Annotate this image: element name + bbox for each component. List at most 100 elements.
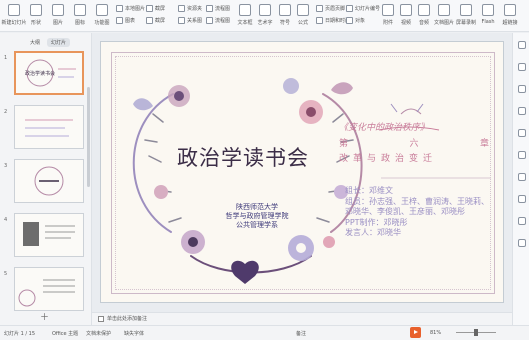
tab-slides[interactable]: 幻灯片 bbox=[47, 38, 71, 47]
ribbon-small-icon bbox=[346, 17, 353, 24]
ribbon-label: 附件 bbox=[382, 20, 393, 26]
fill-icon[interactable] bbox=[518, 85, 526, 93]
ribbon-small-icon bbox=[316, 17, 323, 24]
shape-icon[interactable] bbox=[518, 63, 526, 71]
ribbon-small-button[interactable]: 日期和时间 bbox=[316, 17, 350, 24]
chapter-char: 章 bbox=[479, 139, 489, 149]
ribbon-small-label: 资源夹 bbox=[187, 6, 203, 12]
formula-button[interactable]: 公式 bbox=[294, 2, 312, 30]
ribbon-small-icon bbox=[346, 5, 353, 12]
ribbon-small-button[interactable]: 幻灯片编号 bbox=[346, 5, 380, 12]
slide-title[interactable]: 政治学读书会 bbox=[163, 142, 323, 172]
ribbon-small-label: 幻灯片编号 bbox=[355, 6, 381, 12]
grid-icon[interactable] bbox=[518, 195, 526, 203]
ribbon-label: 新建幻灯片 bbox=[1, 20, 27, 26]
zoom-slider-handle[interactable] bbox=[474, 329, 478, 336]
thumb-graphic bbox=[18, 279, 75, 307]
ribbon-small-button[interactable]: 流程图 bbox=[206, 5, 230, 12]
settings-icon[interactable] bbox=[518, 239, 526, 247]
ribbon-label: 图片 bbox=[52, 20, 63, 26]
flash-button[interactable]: Flash bbox=[478, 2, 498, 30]
ribbon-label: 符号 bbox=[279, 20, 290, 26]
format-icon[interactable] bbox=[518, 129, 526, 137]
add-slide-icon[interactable]: ＋ bbox=[40, 310, 49, 323]
info-line: PPT制作：邓晓彤 bbox=[345, 217, 408, 227]
ribbon-small-button[interactable]: 本地图片 bbox=[116, 5, 145, 12]
smartart-button[interactable]: 功能图 bbox=[92, 2, 112, 30]
icon-icon bbox=[74, 4, 86, 16]
panel-scrollbar[interactable] bbox=[87, 87, 90, 187]
ribbon-label: 屏幕录制 bbox=[456, 20, 477, 26]
textbox-button[interactable]: 文本框 bbox=[236, 2, 254, 30]
ribbon-small-button[interactable]: 对象 bbox=[346, 17, 365, 24]
chapter-subtitle[interactable]: 改革与政治变迁 bbox=[339, 151, 489, 164]
current-slide[interactable]: 政治学读书会 陕西师范大学 哲学与政府管理学院 公共管理学系 《变化中的政治秩序… bbox=[100, 41, 504, 303]
play-slideshow-icon[interactable] bbox=[410, 327, 421, 338]
ribbon-small-icon bbox=[178, 5, 185, 12]
group-info[interactable]: 组长：邓维文 组员：孙志强、王梓、曹润涛、王晓莉、 邓晓华、李俊凯、王彦丽、邓晓… bbox=[345, 186, 495, 239]
ribbon-small-button[interactable]: 关系图 bbox=[178, 17, 202, 24]
ribbon-small-label: 图表 bbox=[125, 18, 136, 24]
ribbon-small-icon bbox=[146, 5, 153, 12]
icon-button[interactable]: 图标 bbox=[70, 2, 90, 30]
slide-thumbnail-5[interactable] bbox=[14, 267, 84, 311]
ribbon-small-button[interactable]: 资源夹 bbox=[178, 5, 202, 12]
notes-checkbox[interactable] bbox=[98, 316, 104, 322]
flash-icon bbox=[482, 4, 494, 16]
wordart-icon bbox=[259, 4, 271, 16]
ribbon-small-button[interactable]: 截屏 bbox=[146, 17, 165, 24]
layout-icon[interactable] bbox=[518, 151, 526, 159]
shape-icon bbox=[30, 4, 42, 16]
pen-icon[interactable] bbox=[518, 173, 526, 181]
formula-icon bbox=[297, 4, 309, 16]
record-button[interactable]: 屏幕录制 bbox=[456, 2, 476, 30]
doc-image-icon bbox=[438, 4, 450, 16]
slide-thumbnail-1[interactable]: 政治学读书会 bbox=[14, 51, 84, 95]
svg-text:政治学读书会: 政治学读书会 bbox=[25, 70, 55, 77]
notes-toggle[interactable]: 备注 bbox=[296, 330, 306, 337]
ribbon-label: 功能图 bbox=[94, 20, 110, 26]
organization-text[interactable]: 陕西师范大学 哲学与政府管理学院 公共管理学系 bbox=[197, 203, 317, 230]
ribbon-small-label: 关系图 bbox=[187, 18, 203, 24]
picture-button[interactable]: 图片 bbox=[48, 2, 68, 30]
video-icon bbox=[400, 4, 412, 16]
animation-icon[interactable] bbox=[518, 107, 526, 115]
doc-protect-status[interactable]: 文档未保护 bbox=[86, 330, 111, 337]
symbol-button[interactable]: 符号 bbox=[276, 2, 294, 30]
chapter-line[interactable]: 第 六 章 bbox=[339, 136, 489, 149]
ribbon-small-button[interactable]: 流程图 bbox=[206, 17, 230, 24]
info-line: 发言人：邓晓华 bbox=[345, 228, 401, 237]
ribbon-small-button[interactable]: 页眉页脚 bbox=[316, 5, 345, 12]
symbol-icon bbox=[279, 4, 291, 16]
slide-thumbnail-2[interactable] bbox=[14, 105, 84, 149]
attach-button[interactable]: 附件 bbox=[378, 2, 398, 30]
shape-button[interactable]: 形状 bbox=[26, 2, 46, 30]
tab-outline[interactable]: 大纲 bbox=[26, 38, 44, 47]
share-icon[interactable] bbox=[518, 217, 526, 225]
audio-icon bbox=[418, 4, 430, 16]
missing-font-status[interactable]: 缺失字体 bbox=[124, 330, 144, 337]
thumb-graphic bbox=[23, 222, 75, 246]
ribbon-toolbar: 新建幻灯片 形状 图片 图标 功能图 本地图片 图表 截屏 截屏 资源夹 关系图 流程图 流程图 文本框艺… bbox=[0, 0, 529, 32]
select-icon[interactable] bbox=[518, 41, 526, 49]
link-button[interactable]: 超链接 bbox=[500, 2, 520, 30]
chapter-char: 第 bbox=[339, 139, 349, 149]
slide-number: 4 bbox=[4, 217, 8, 223]
doc-image-button[interactable]: 文档图片 bbox=[434, 2, 454, 30]
ribbon-small-button[interactable]: 图表 bbox=[116, 17, 135, 24]
ribbon-label: 视频 bbox=[400, 20, 411, 26]
ribbon-small-label: 页眉页脚 bbox=[325, 6, 346, 12]
ribbon-small-button[interactable]: 截屏 bbox=[146, 5, 165, 12]
picture-icon bbox=[52, 4, 64, 16]
new-slide-button[interactable]: 新建幻灯片 bbox=[1, 2, 27, 30]
wordart-button[interactable]: 艺术字 bbox=[256, 2, 274, 30]
zoom-level[interactable]: 81% bbox=[430, 330, 441, 336]
slide-thumbnail-3[interactable] bbox=[14, 159, 84, 203]
book-title[interactable]: 《变化中的政治秩序》 bbox=[339, 120, 489, 133]
slide-thumbnail-4[interactable] bbox=[14, 213, 84, 257]
video-button[interactable]: 视频 bbox=[396, 2, 416, 30]
link-icon bbox=[504, 4, 516, 16]
notes-bar[interactable]: 单击此处添加备注 bbox=[92, 312, 529, 325]
ribbon-small-icon bbox=[178, 17, 185, 24]
audio-button[interactable]: 音频 bbox=[414, 2, 434, 30]
